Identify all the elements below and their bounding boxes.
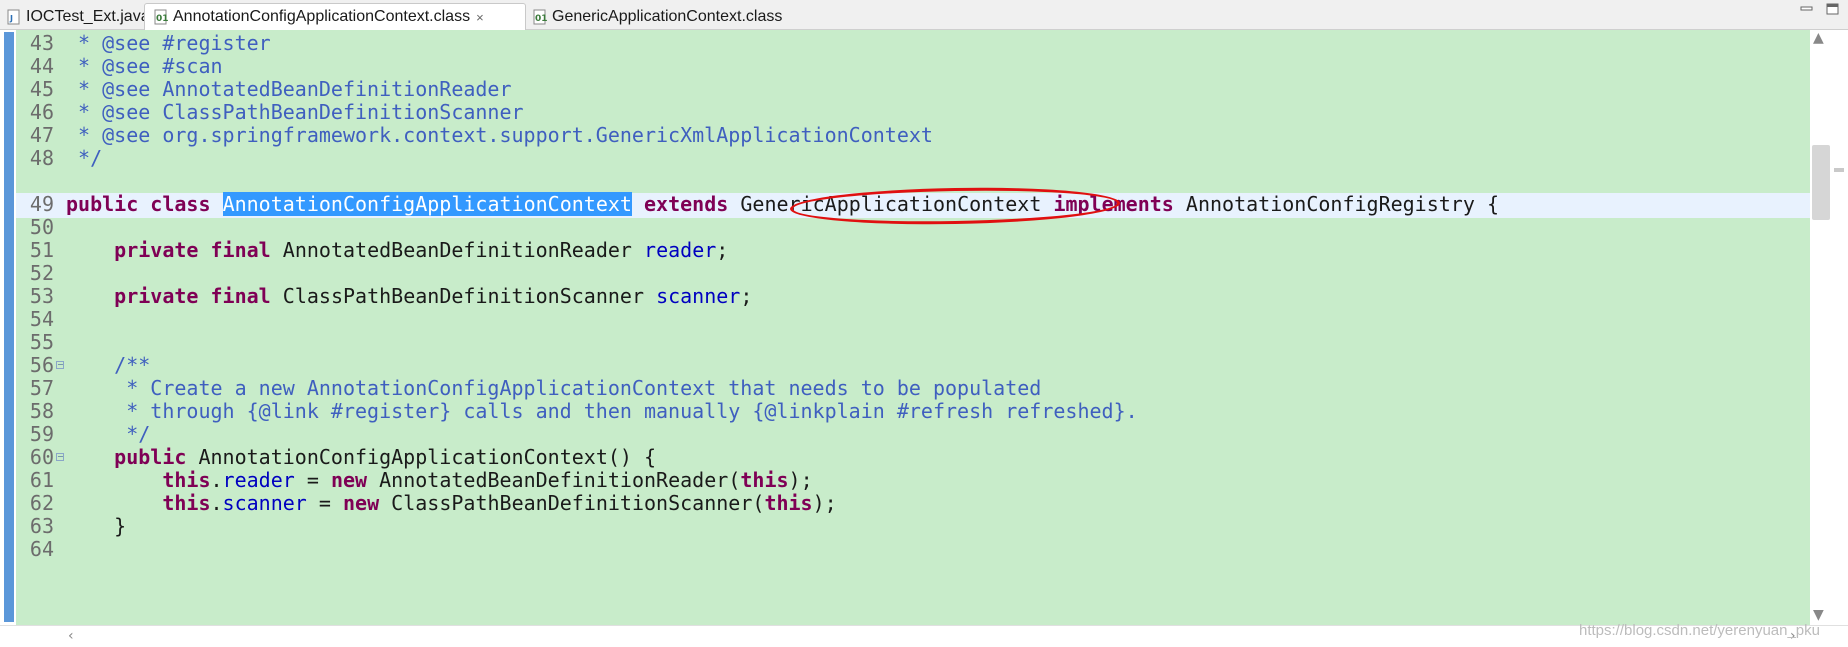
- keyword: class: [150, 192, 211, 216]
- field-name: scanner: [656, 284, 741, 308]
- fold-toggle-icon[interactable]: −: [56, 453, 64, 461]
- code-line: 64: [0, 536, 1810, 563]
- keyword: new: [342, 491, 380, 515]
- field-name: reader: [222, 468, 295, 492]
- tab-label: GenericApplicationContext.class: [552, 7, 783, 25]
- code-token: {: [1486, 192, 1499, 216]
- keyword: this: [162, 491, 211, 515]
- keyword: this: [764, 491, 813, 515]
- code-token: ;: [740, 284, 753, 308]
- code-token: {: [644, 445, 657, 469]
- code-token: );: [788, 468, 813, 492]
- tab-ioctest-ext[interactable]: J IOCTest_Ext.java: [6, 3, 150, 30]
- svg-text:01: 01: [156, 14, 169, 24]
- editor-tab-bar: J IOCTest_Ext.java 01 AnnotationConfigAp…: [0, 0, 1848, 30]
- code-text: */: [66, 146, 103, 170]
- code-token: AnnotationConfigApplicationContext: [198, 445, 608, 469]
- code-token: .: [210, 468, 223, 492]
- keyword: public: [114, 445, 187, 469]
- tab-generic-app-context[interactable]: 01 GenericApplicationContext.class: [532, 3, 782, 30]
- code-line: 48 */: [0, 145, 1810, 172]
- close-icon[interactable]: ×: [476, 10, 484, 25]
- field-name: scanner: [222, 491, 307, 515]
- line-number: 64: [29, 537, 54, 561]
- code-token: ClassPathBeanDefinitionScanner: [282, 284, 645, 308]
- code-token: AnnotationConfigRegistry: [1185, 192, 1475, 216]
- tab-label: AnnotationConfigApplicationContext.class: [173, 8, 471, 25]
- keyword: private: [114, 284, 199, 308]
- maximize-icon[interactable]: [1824, 2, 1842, 18]
- code-token: =: [306, 468, 319, 492]
- horizontal-scrollbar[interactable]: ‹ ›: [0, 625, 1848, 647]
- code-token: (: [752, 491, 765, 515]
- tab-annotation-config-app-context[interactable]: 01 AnnotationConfigApplicationContext.cl…: [144, 3, 526, 30]
- java-file-icon: J: [6, 9, 22, 25]
- code-token: (: [728, 468, 741, 492]
- minimize-icon[interactable]: [1798, 2, 1816, 18]
- code-token: AnnotatedBeanDefinitionReader: [379, 468, 729, 492]
- keyword: public: [66, 192, 139, 216]
- scroll-left-icon[interactable]: ‹: [68, 628, 74, 644]
- svg-text:J: J: [9, 14, 13, 23]
- class-file-icon: 01: [532, 9, 548, 25]
- code-token: .: [210, 491, 223, 515]
- watermark: https://blog.csdn.net/yerenyuan_pku: [1579, 622, 1820, 639]
- scrollbar-thumb[interactable]: [1812, 145, 1830, 220]
- code-token: ;: [716, 238, 729, 262]
- tab-label: IOCTest_Ext.java: [26, 7, 150, 25]
- keyword: extends: [644, 192, 729, 216]
- selected-text: AnnotationConfigApplicationContext: [222, 192, 632, 216]
- overview-ruler-marker[interactable]: [1834, 168, 1844, 172]
- keyword: this: [162, 468, 211, 492]
- line-number: 48: [29, 146, 54, 170]
- code-token: =: [318, 491, 331, 515]
- keyword: this: [740, 468, 789, 492]
- scroll-down-icon[interactable]: ▼: [1813, 607, 1824, 623]
- svg-text:01: 01: [535, 14, 548, 24]
- fold-toggle-icon[interactable]: −: [56, 361, 64, 369]
- code-token: (): [607, 445, 632, 469]
- keyword: new: [330, 468, 368, 492]
- code-token: AnnotatedBeanDefinitionReader: [282, 238, 632, 262]
- class-file-icon: 01: [153, 9, 169, 25]
- field-name: reader: [644, 238, 717, 262]
- scroll-up-icon[interactable]: ▲: [1813, 30, 1824, 46]
- keyword: final: [210, 238, 271, 262]
- code-token: );: [812, 491, 837, 515]
- code-editor[interactable]: 43 * @see #register 44 * @see #scan 45 *…: [0, 30, 1848, 625]
- code-token: ClassPathBeanDefinitionScanner: [391, 491, 753, 515]
- keyword: final: [210, 284, 271, 308]
- keyword: private: [114, 238, 199, 262]
- vertical-scrollbar[interactable]: [1810, 30, 1848, 625]
